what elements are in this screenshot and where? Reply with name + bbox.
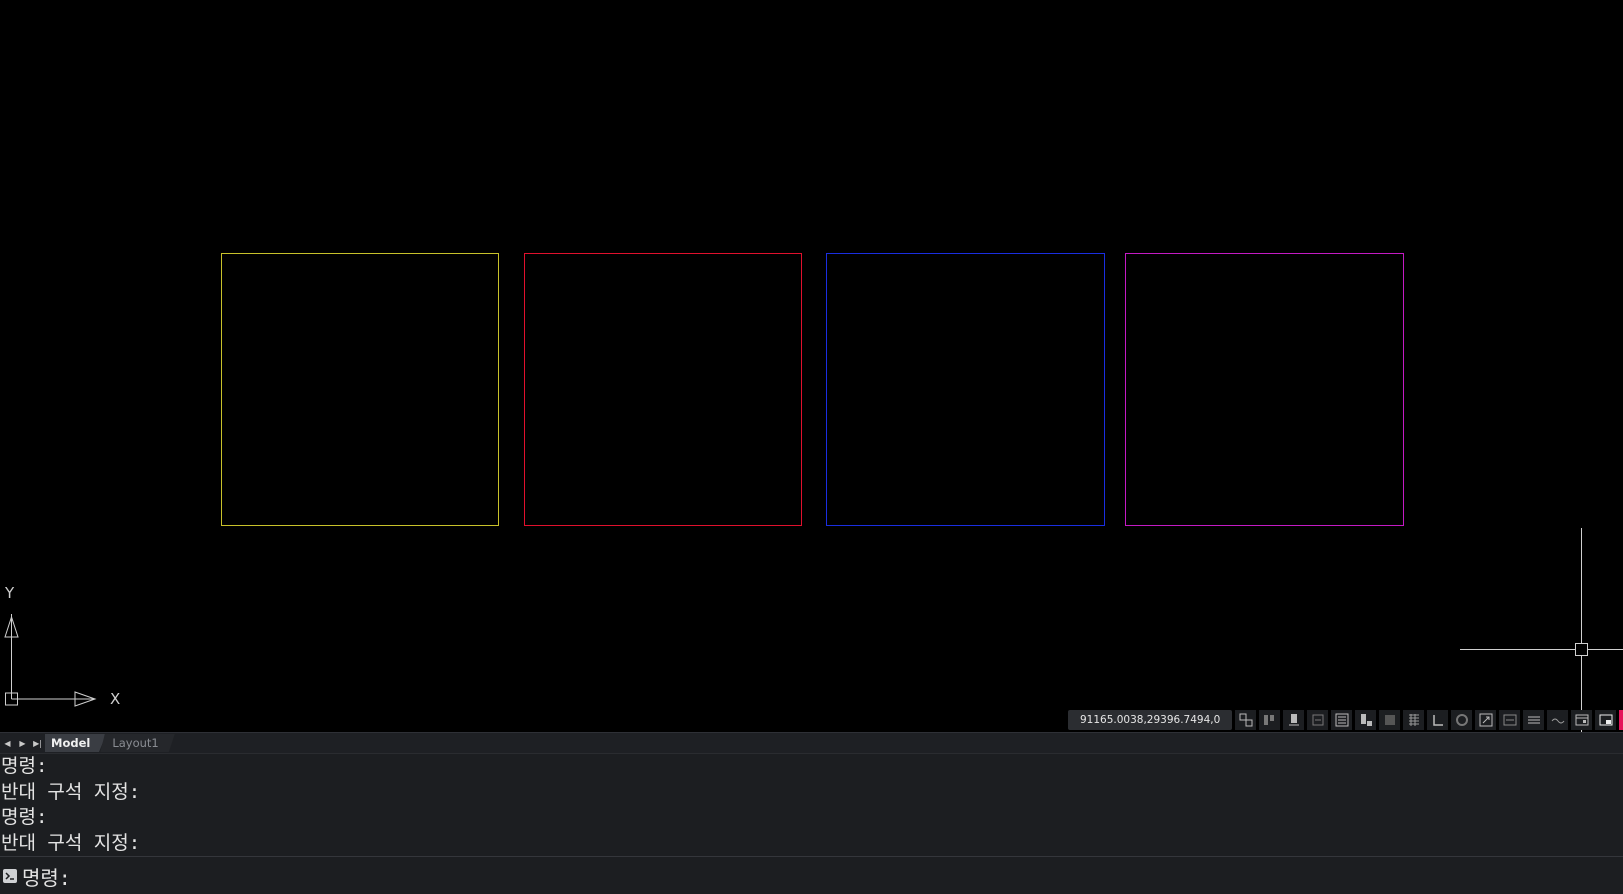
ortho-icon[interactable] bbox=[1355, 710, 1377, 730]
lineweight-icon[interactable] bbox=[1475, 710, 1497, 730]
tab-model[interactable]: Model bbox=[45, 734, 107, 752]
tab-first-button[interactable]: ◀ bbox=[0, 734, 15, 752]
dynamic-input-icon[interactable] bbox=[1331, 710, 1353, 730]
drawing-canvas[interactable]: Y X bbox=[0, 0, 1623, 732]
dynamic-ucs-icon[interactable] bbox=[1571, 710, 1593, 730]
grid-display-icon[interactable] bbox=[1259, 710, 1281, 730]
terminal-icon[interactable] bbox=[3, 869, 17, 883]
tab-layout1[interactable]: Layout1 bbox=[100, 734, 175, 752]
command-history-line: 반대 구석 지정: bbox=[1, 831, 141, 854]
selection-cycling-icon[interactable] bbox=[1523, 710, 1545, 730]
isometric-icon[interactable] bbox=[1403, 710, 1425, 730]
infer-constraints-icon[interactable] bbox=[1307, 710, 1329, 730]
ucs-icon: Y X bbox=[0, 580, 140, 710]
transparency-icon[interactable] bbox=[1499, 710, 1521, 730]
polar-tracking-icon[interactable] bbox=[1379, 710, 1401, 730]
ucs-x-label: X bbox=[110, 690, 121, 708]
command-history-line: 반대 구석 지정: bbox=[1, 780, 141, 803]
coordinate-readout[interactable]: 91165.0038,29396.7494,0 bbox=[1068, 710, 1233, 730]
cad-application: Y X 91165.0038,29396.7494,0 ◀ ▶ ▶| Model… bbox=[0, 0, 1623, 894]
3d-osnap-icon[interactable] bbox=[1547, 710, 1569, 730]
tab-last-button[interactable]: ▶| bbox=[30, 734, 45, 752]
model-space-icon[interactable] bbox=[1235, 710, 1257, 730]
command-history: 명령: 반대 구석 지정: 명령: 반대 구석 지정: bbox=[0, 753, 1623, 856]
object-snap-tracking-icon[interactable] bbox=[1427, 710, 1449, 730]
selection-filter-icon[interactable] bbox=[1595, 710, 1617, 730]
command-prompt: 명령: bbox=[22, 865, 71, 890]
blue-rectangle[interactable] bbox=[826, 253, 1105, 526]
yellow-rectangle[interactable] bbox=[221, 253, 499, 526]
crosshair-cursor bbox=[1460, 528, 1623, 732]
snap-icon[interactable] bbox=[1283, 710, 1305, 730]
ucs-y-label: Y bbox=[5, 584, 15, 602]
tab-next-button[interactable]: ▶ bbox=[15, 734, 30, 752]
red-rectangle[interactable] bbox=[524, 253, 802, 526]
magenta-rectangle[interactable] bbox=[1125, 253, 1404, 526]
object-snap-icon[interactable] bbox=[1451, 710, 1473, 730]
command-history-line: 명령: bbox=[1, 755, 48, 777]
command-history-line: 명령: bbox=[1, 806, 48, 828]
layout-tabs-bar: ◀ ▶ ▶| Model Layout1 bbox=[0, 732, 1623, 753]
status-bar: 91165.0038,29396.7494,0 bbox=[1068, 709, 1623, 731]
command-line: 명령: bbox=[0, 856, 1623, 894]
customization-icon[interactable] bbox=[1619, 710, 1623, 730]
command-input[interactable] bbox=[70, 860, 1623, 892]
